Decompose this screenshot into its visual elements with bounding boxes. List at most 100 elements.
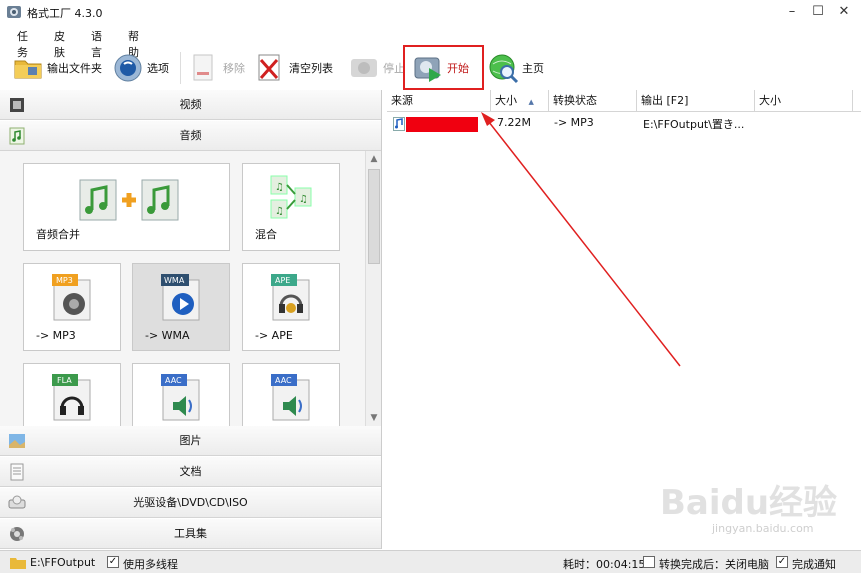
category-audio[interactable]: 音频 xyxy=(0,121,381,151)
tile-to-mp3[interactable]: MP3 -> MP3 xyxy=(23,263,121,351)
category-video-label: 视频 xyxy=(179,98,202,111)
col-output[interactable]: 输出 [F2] xyxy=(637,90,755,112)
category-picture[interactable]: 图片 xyxy=(0,426,381,456)
clear-list-button[interactable]: 清空列表 xyxy=(254,51,333,85)
audio-file-icon xyxy=(393,117,405,131)
category-rom-device-label: 光驱设备\DVD\CD\ISO xyxy=(133,496,248,509)
col-source[interactable]: 来源 xyxy=(387,90,491,112)
options-button[interactable]: 选项 xyxy=(112,51,169,85)
title-bar: 格式工厂 4.3.0 – ☐ ✕ xyxy=(0,0,861,24)
stop-label: 停止 xyxy=(383,62,405,75)
scroll-down-arrow-icon[interactable]: ▼ xyxy=(366,410,382,426)
tile-to-m4a[interactable]: AAC xyxy=(242,363,340,426)
mp3-speaker-icon: MP3 xyxy=(52,274,91,321)
toolbox-icon xyxy=(10,527,24,541)
svg-text:WMA: WMA xyxy=(164,276,185,285)
film-icon xyxy=(10,98,24,112)
col-size[interactable]: 大小 ▲ xyxy=(491,90,549,112)
options-label: 选项 xyxy=(147,62,169,75)
aac-speaker-icon-2: AAC xyxy=(271,374,310,421)
status-bar: E:\FFOutput ✓ 使用多线程 耗时：00:04:15 转换完成后：关闭… xyxy=(0,550,861,573)
options-gear-icon xyxy=(114,54,142,82)
scroll-thumb[interactable] xyxy=(368,169,380,264)
tile-to-ape-label: -> APE xyxy=(255,329,293,342)
stop-button[interactable]: 停止 xyxy=(348,51,405,85)
svg-text:APE: APE xyxy=(275,276,290,285)
svg-text:♫: ♫ xyxy=(275,182,284,193)
svg-text:♫: ♫ xyxy=(275,206,284,217)
ape-headphone-icon: APE xyxy=(271,274,310,321)
tile-to-flac[interactable]: FLA xyxy=(23,363,121,426)
category-audio-label: 音频 xyxy=(179,129,202,142)
tile-audio-join[interactable]: 音频合并 xyxy=(23,163,230,251)
shutdown-after-label: 转换完成后：关闭电脑 xyxy=(659,558,769,571)
category-document[interactable]: 文档 xyxy=(0,457,381,487)
stop-icon xyxy=(351,59,377,77)
home-button[interactable]: 主页 xyxy=(487,51,544,85)
clear-list-label: 清空列表 xyxy=(289,62,333,75)
tile-mix[interactable]: ♫ ♫ ♫ 混合 xyxy=(242,163,340,251)
folder-icon xyxy=(14,60,42,79)
app-window: 格式工厂 4.3.0 – ☐ ✕ 任务 皮肤 语言 帮助 输出文件夹 选项 移除… xyxy=(0,0,861,573)
col-size-label: 大小 xyxy=(495,94,517,107)
remove-label: 移除 xyxy=(223,62,245,75)
notify-label: 完成通知 xyxy=(792,558,836,571)
music-note-icon xyxy=(9,127,25,145)
scroll-up-arrow-icon[interactable]: ▲ xyxy=(366,151,382,167)
remove-document-icon xyxy=(193,54,213,81)
minimize-button[interactable]: – xyxy=(780,3,804,21)
maximize-button[interactable]: ☐ xyxy=(806,3,830,21)
start-button-highlight xyxy=(403,45,484,90)
row-status: -> MP3 xyxy=(554,116,594,129)
shutdown-after-checkbox[interactable] xyxy=(643,556,655,568)
remove-button[interactable]: 移除 xyxy=(188,51,245,85)
fla-headset-icon: FLA xyxy=(52,374,91,421)
category-rom-device[interactable]: 光驱设备\DVD\CD\ISO xyxy=(0,488,381,518)
row-output: E:\FFOutput\置き... xyxy=(643,118,745,131)
sort-ascending-icon: ▲ xyxy=(528,98,534,106)
close-button[interactable]: ✕ xyxy=(832,3,856,21)
category-tools-label: 工具集 xyxy=(174,527,207,540)
category-document-label: 文档 xyxy=(179,465,202,478)
aac-speaker-icon: AAC xyxy=(161,374,200,421)
tile-to-wma-label: -> WMA xyxy=(145,329,190,342)
home-label: 主页 xyxy=(522,62,544,75)
baidu-watermark-url: jingyan.baidu.com xyxy=(712,522,814,535)
redacted-filename xyxy=(406,117,478,132)
tile-to-ape[interactable]: APE -> APE xyxy=(242,263,340,351)
category-picture-label: 图片 xyxy=(179,434,202,447)
home-globe-icon xyxy=(489,54,519,84)
tools-scrollbar[interactable]: ▲ ▼ xyxy=(365,151,381,426)
clear-list-icon xyxy=(258,54,280,81)
toolbar-separator xyxy=(180,52,181,84)
multithread-label: 使用多线程 xyxy=(123,558,178,571)
svg-text:AAC: AAC xyxy=(165,376,182,385)
notify-checkbox[interactable]: ✓ xyxy=(776,556,788,568)
svg-text:FLA: FLA xyxy=(57,376,72,385)
mix-icon: ♫ ♫ ♫ xyxy=(270,175,312,219)
tile-to-mp3-label: -> MP3 xyxy=(36,329,76,342)
elapsed-time: 耗时：00:04:15 xyxy=(563,558,646,571)
baidu-watermark: Baidu经验 xyxy=(660,483,838,523)
document-icon xyxy=(10,463,24,481)
svg-text:♫: ♫ xyxy=(299,194,308,205)
output-folder-button[interactable]: 输出文件夹 xyxy=(12,51,102,85)
tile-audio-join-label: 音频合并 xyxy=(36,228,80,241)
category-video[interactable]: 视频 xyxy=(0,90,381,120)
optical-drive-icon xyxy=(8,495,26,509)
tile-mix-label: 混合 xyxy=(255,228,277,241)
svg-text:AAC: AAC xyxy=(275,376,292,385)
col-output-size[interactable]: 大小 xyxy=(755,90,853,112)
tile-to-aac[interactable]: AAC xyxy=(132,363,230,426)
audio-join-icon xyxy=(79,179,179,221)
picture-icon xyxy=(9,434,25,448)
category-tools[interactable]: 工具集 xyxy=(0,519,381,549)
audio-tools-grid: 音频合并 ♫ ♫ ♫ 混合 MP3 -> MP3 WMA -> WMA APE … xyxy=(0,151,365,426)
output-folder-label: 输出文件夹 xyxy=(47,62,102,75)
folder-small-icon xyxy=(10,558,26,569)
col-status[interactable]: 转换状态 xyxy=(549,90,637,112)
output-folder-path[interactable]: E:\FFOutput xyxy=(30,556,95,569)
tile-to-wma[interactable]: WMA -> WMA xyxy=(132,263,230,351)
multithread-checkbox[interactable]: ✓ xyxy=(107,556,119,568)
row-size: 7.22M xyxy=(497,116,531,129)
